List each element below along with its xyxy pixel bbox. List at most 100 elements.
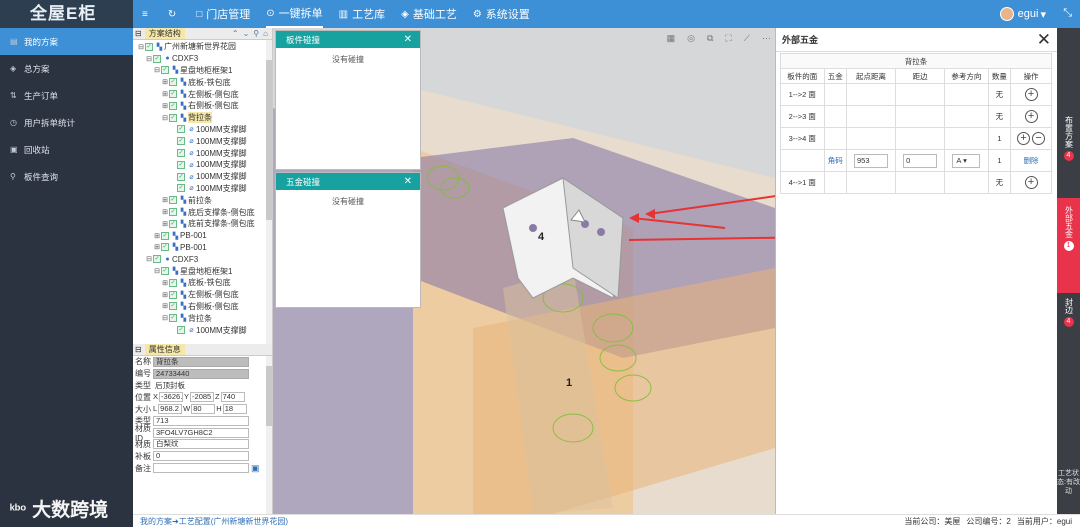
tree-checkbox[interactable]: ✓ — [161, 66, 169, 75]
pos-z-field[interactable]: 740 — [220, 392, 245, 403]
tree-checkbox[interactable]: ✓ — [169, 90, 177, 99]
sidebar-item-0[interactable]: ▤ 我的方案 — [0, 28, 133, 55]
copy-icon[interactable]: ⧉ — [707, 33, 713, 44]
tree-row[interactable]: ⊞ ✓ ▚ 右侧板-侧包底 — [137, 301, 272, 313]
tree-checkbox[interactable]: ✓ — [153, 255, 161, 264]
nav-item-2[interactable]: □ 门店管理 — [196, 0, 250, 28]
tree-row[interactable]: ⊟ ✓ ▚ 星盘地柜框架1 — [137, 265, 272, 277]
tree-row[interactable]: ⊞ ✓ ▚ 底板-铁包底 — [137, 277, 272, 289]
tree-checkbox[interactable]: ✓ — [177, 326, 185, 335]
tree-checkbox[interactable]: ✓ — [169, 113, 177, 122]
search-icon[interactable]: ⚲ — [253, 29, 259, 38]
tree-row[interactable]: ⊞ ✓ ▚ 底前支撑条-侧包底 — [137, 218, 272, 230]
material-id-field[interactable]: 3FO4LV7GH8C2 — [153, 427, 249, 438]
tree-expander-icon[interactable]: ⊞ — [161, 220, 169, 228]
target-icon[interactable]: ◎ — [687, 33, 695, 44]
sidebar-item-4[interactable]: ▣ 回收站 — [0, 136, 133, 163]
delete-link[interactable]: 删除 — [1024, 156, 1039, 165]
tree-checkbox[interactable]: ✓ — [177, 125, 185, 134]
nav-item-6[interactable]: ⚙ 系统设置 — [473, 0, 530, 28]
tree-expander-icon[interactable]: ⊟ — [153, 267, 161, 275]
tree-checkbox[interactable]: ✓ — [145, 42, 153, 51]
material-field[interactable]: 白梨纹 — [153, 439, 249, 450]
start-distance-input[interactable]: 953 — [854, 153, 888, 168]
close-icon[interactable]: ✕ — [404, 176, 412, 187]
tree-row[interactable]: ⊟ ✓ ● CDXF3 — [137, 53, 272, 65]
nav-item-4[interactable]: ▥ 工艺库 — [339, 0, 385, 28]
tree-expander-icon[interactable]: ⊟ — [137, 43, 145, 51]
tree-expander-icon[interactable]: ⊞ — [161, 291, 169, 299]
kind-field[interactable]: 713 — [153, 415, 249, 426]
pos-y-field[interactable]: -2085 — [190, 392, 215, 403]
tree-row[interactable]: ⊞ ✓ ▚ PB-001 — [137, 230, 272, 242]
tree-scrollbar[interactable] — [266, 40, 272, 344]
close-icon[interactable]: ✕ — [404, 34, 412, 45]
fullscreen-icon[interactable]: ⤡ — [1063, 7, 1072, 20]
tree-row[interactable]: ⊟ ✓ ▚ 背拉条 — [137, 312, 272, 324]
nav-item-3[interactable]: ⊙ 一键拆单 — [266, 0, 323, 28]
direction-select[interactable]: A ▾ — [952, 153, 981, 168]
close-icon[interactable]: ✕ — [1037, 30, 1051, 50]
tree-row[interactable]: ⊞ ✓ ▚ 底后支撑条-侧包底 — [137, 206, 272, 218]
tree-row[interactable]: ⊟ ✓ ▚ 广州新塘新世界花园 — [137, 41, 272, 53]
tree-checkbox[interactable]: ✓ — [177, 184, 185, 193]
add-icon[interactable]: + — [1024, 176, 1038, 189]
tree-checkbox[interactable]: ✓ — [169, 290, 177, 299]
more-icon[interactable]: ⋯ — [762, 33, 771, 44]
tree-expander-icon[interactable]: ⊟ — [161, 114, 169, 122]
patch-field[interactable]: 0 — [153, 451, 249, 462]
tree-checkbox[interactable]: ✓ — [161, 231, 169, 240]
tree-expander-icon[interactable]: ⊞ — [161, 78, 169, 86]
tree-expander-icon[interactable]: ⊟ — [153, 66, 161, 74]
remove-icon[interactable]: − — [1032, 132, 1046, 145]
add-icon[interactable]: + — [1024, 110, 1038, 123]
tree-row[interactable]: ✓ ⌀ 100MM支撑脚 — [137, 147, 272, 159]
sidebar-item-3[interactable]: ◷ 用户拆单统计 — [0, 109, 133, 136]
right-tab-0[interactable]: 布置方案 4 — [1057, 108, 1080, 178]
tree-expander-icon[interactable]: ⊞ — [161, 102, 169, 110]
size-h-field[interactable]: 18 — [222, 404, 247, 415]
collapse-icon[interactable]: ⊟ — [135, 345, 142, 354]
tree-row[interactable]: ⊞ ✓ ▚ 右侧板-侧包底 — [137, 100, 272, 112]
tree-expander-icon[interactable]: ⊞ — [161, 90, 169, 98]
tree-expander-icon[interactable]: ⊞ — [161, 196, 169, 204]
tree-checkbox[interactable]: ✓ — [169, 196, 177, 205]
collapse-icon[interactable]: ⊟ — [135, 29, 142, 38]
tree-checkbox[interactable]: ✓ — [153, 54, 161, 63]
tree-row[interactable]: ⊞ ✓ ▚ 前拉条 — [137, 194, 272, 206]
tree-expander-icon[interactable]: ⊞ — [161, 302, 169, 310]
tree-checkbox[interactable]: ✓ — [169, 314, 177, 323]
nav-item-5[interactable]: ◈ 基础工艺 — [401, 0, 457, 28]
box-icon[interactable]: ▦ — [667, 33, 676, 44]
sidebar-item-1[interactable]: ◈ 总方案 — [0, 55, 133, 82]
tree-row[interactable]: ✓ ⌀ 100MM支撑脚 — [137, 171, 272, 183]
tree-row[interactable]: ⊞ ✓ ▚ 左侧板-侧包底 — [137, 289, 272, 301]
tree-row[interactable]: ✓ ⌀ 100MM支撑脚 — [137, 324, 272, 336]
add-icon[interactable]: + — [1024, 88, 1038, 101]
tree-row[interactable]: ⊟ ✓ ▚ 背拉条 — [137, 112, 272, 124]
tree-checkbox[interactable]: ✓ — [169, 278, 177, 287]
size-w-field[interactable]: 80 — [191, 404, 216, 415]
tree-checkbox[interactable]: ✓ — [169, 208, 177, 217]
tree-checkbox[interactable]: ✓ — [169, 101, 177, 110]
nav-item-1[interactable]: ↻ — [168, 0, 180, 28]
tree-row[interactable]: ⊟ ✓ ● CDXF3 — [137, 253, 272, 265]
right-tab-1[interactable]: 外部五金 1 — [1057, 198, 1080, 293]
tree-checkbox[interactable]: ✓ — [169, 302, 177, 311]
frame-icon[interactable]: ⛶ — [725, 33, 731, 44]
tree-expander-icon[interactable]: ⊟ — [145, 55, 153, 63]
tree-expander-icon[interactable]: ⊞ — [153, 232, 161, 240]
3d-viewport[interactable]: 4 1 ▦ ◎ ⧉ ⛶ ⟋ ⋯ 板件碰撞 ✕ 没有碰撞 五金碰撞 ✕ 没有碰撞 — [273, 28, 775, 514]
tree-expander-icon[interactable]: ⊟ — [145, 255, 153, 263]
tree-checkbox[interactable]: ✓ — [177, 137, 185, 146]
tree-row[interactable]: ✓ ⌀ 100MM支撑脚 — [137, 183, 272, 195]
nav-item-0[interactable]: ≡ — [142, 0, 152, 28]
move-down-icon[interactable]: ⌄ — [243, 29, 250, 38]
tree-checkbox[interactable]: ✓ — [161, 243, 169, 252]
sidebar-item-2[interactable]: ⇅ 生产订单 — [0, 82, 133, 109]
size-l-field[interactable]: 968.2 — [158, 404, 183, 415]
tree-expander-icon[interactable]: ⊞ — [161, 279, 169, 287]
cut-icon[interactable]: ⟋ — [744, 33, 750, 44]
tree-checkbox[interactable]: ✓ — [177, 149, 185, 158]
home-icon[interactable]: ⌂ — [263, 29, 268, 38]
